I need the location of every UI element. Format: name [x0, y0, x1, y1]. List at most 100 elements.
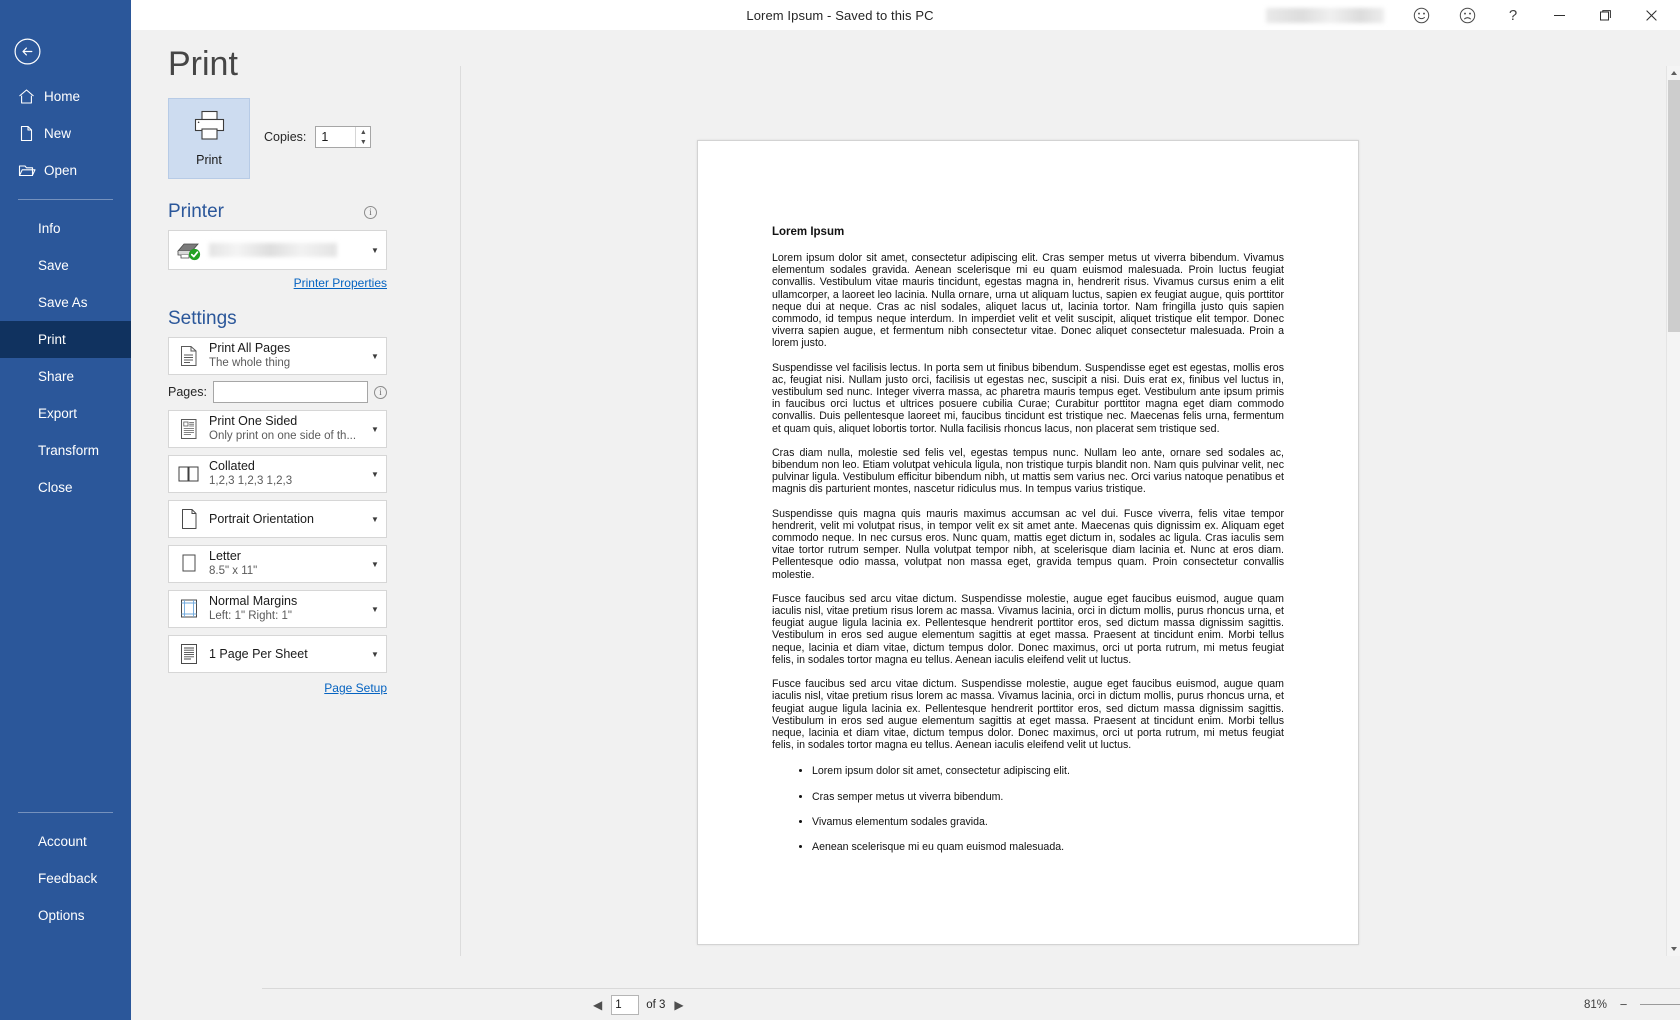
document-page-preview[interactable]: Lorem Ipsum Lorem ipsum dolor sit amet, … [697, 140, 1359, 945]
sidebar-item-home[interactable]: Home [0, 78, 131, 115]
sidebar-item-label: Save As [38, 295, 88, 310]
pages-row: Pages: i [168, 381, 387, 403]
copies-spinner-arrows[interactable]: ▲ ▼ [355, 127, 370, 147]
page-title: Print [168, 45, 238, 83]
chevron-down-icon[interactable]: ▼ [364, 515, 386, 524]
document-bullet-list: Lorem ipsum dolor sit amet, consectetur … [772, 765, 1284, 853]
pages-per-sheet-title: 1 Page Per Sheet [209, 646, 308, 661]
pages-per-sheet-select[interactable]: 1 Page Per Sheet ▼ [168, 635, 387, 673]
zoom-controls: 81% − + ⊕ [1584, 997, 1680, 1013]
sidebar-item-print[interactable]: Print [0, 321, 131, 358]
copies-stepper[interactable]: ▲ ▼ [315, 126, 372, 148]
printer-info-icon[interactable]: i [364, 205, 377, 219]
chevron-down-icon[interactable]: ▼ [364, 650, 386, 659]
chevron-down-icon[interactable]: ▼ [364, 352, 386, 361]
document-paragraph: Lorem ipsum dolor sit amet, consectetur … [772, 252, 1284, 350]
help-icon[interactable]: ? [1490, 0, 1536, 30]
list-item: Vivamus elementum sodales gravida. [812, 816, 1284, 828]
copies-label: Copies: [264, 130, 307, 144]
print-preview-pane: Lorem Ipsum Lorem ipsum dolor sit amet, … [460, 66, 1650, 956]
sidebar-item-label: Open [44, 163, 78, 178]
sidebar-item-info[interactable]: Info [0, 210, 131, 247]
paper-size-title: Letter [209, 549, 241, 563]
sidebar-item-share[interactable]: Share [0, 358, 131, 395]
margins-subtitle: Left: 1" Right: 1" [209, 610, 292, 622]
copies-increment-button[interactable]: ▲ [356, 127, 370, 137]
close-button[interactable] [1628, 0, 1674, 30]
paper-size-select[interactable]: Letter 8.5" x 11" ▼ [168, 545, 387, 583]
print-button[interactable]: Print [168, 98, 250, 179]
sidebar-item-save-as[interactable]: Save As [0, 284, 131, 321]
paper-icon [169, 552, 209, 576]
home-icon [18, 88, 44, 105]
sidebar-item-options[interactable]: Options [0, 897, 131, 934]
sidebar-item-transform[interactable]: Transform [0, 432, 131, 469]
open-folder-icon [18, 162, 44, 179]
printer-name [209, 231, 364, 269]
portrait-icon [169, 507, 209, 531]
sidebar-bottom-group: Account Feedback Options [0, 802, 131, 934]
sidebar-item-feedback[interactable]: Feedback [0, 860, 131, 897]
chevron-down-icon[interactable]: ▼ [364, 605, 386, 614]
pages-input[interactable] [212, 381, 368, 403]
document-paragraph: Suspendisse quis magna quis mauris maxim… [772, 507, 1284, 581]
orientation-select[interactable]: Portrait Orientation ▼ [168, 500, 387, 538]
sidebar-item-save[interactable]: Save [0, 247, 131, 284]
printer-name-redacted [209, 243, 337, 257]
sidebar-item-label: Options [38, 908, 85, 923]
scrollbar-thumb[interactable] [1668, 80, 1680, 332]
status-bar: ◀ of 3 ▶ 81% − + ⊕ [262, 988, 1680, 1020]
sidebar-item-label: Print [38, 332, 66, 347]
sidebar-item-label: Feedback [38, 871, 98, 886]
printer-properties-link[interactable]: Printer Properties [168, 276, 387, 290]
previous-page-button[interactable]: ◀ [591, 998, 604, 1012]
sidebar-item-open[interactable]: Open [0, 152, 131, 189]
copies-control: Copies: ▲ ▼ [264, 126, 372, 148]
print-sides-select[interactable]: Print One Sided Only print on one side o… [168, 410, 387, 448]
copies-input[interactable] [316, 127, 356, 147]
orientation-title: Portrait Orientation [209, 511, 314, 526]
sidebar-item-new[interactable]: New [0, 115, 131, 152]
sidebar-divider-bottom [18, 812, 113, 813]
zoom-slider[interactable] [1640, 998, 1680, 1012]
sidebar-item-export[interactable]: Export [0, 395, 131, 432]
zoom-out-button[interactable]: − [1617, 997, 1630, 1012]
collation-select[interactable]: Collated 1,2,3 1,2,3 1,2,3 ▼ [168, 455, 387, 493]
sidebar-item-label: Save [38, 258, 69, 273]
print-range-select[interactable]: Print All Pages The whole thing ▼ [168, 337, 387, 375]
next-page-button[interactable]: ▶ [672, 998, 685, 1012]
chevron-down-icon[interactable]: ▼ [364, 560, 386, 569]
sidebar-item-close[interactable]: Close [0, 469, 131, 506]
current-page-input[interactable] [611, 994, 640, 1015]
list-item: Aenean scelerisque mi eu quam euismod ma… [812, 841, 1284, 853]
printer-select[interactable]: ▼ [168, 230, 387, 270]
document-pages-icon [169, 344, 209, 368]
document-paragraph: Fusce faucibus sed arcu vitae dictum. Su… [772, 678, 1284, 752]
restore-button[interactable] [1582, 0, 1628, 30]
sidebar-item-account[interactable]: Account [0, 823, 131, 860]
chevron-down-icon[interactable]: ▼ [364, 425, 386, 434]
smiley-sad-icon[interactable] [1444, 0, 1490, 30]
print-sides-subtitle: Only print on one side of th... [209, 430, 357, 442]
margins-title: Normal Margins [209, 594, 298, 608]
sidebar-item-label: Transform [38, 443, 100, 458]
print-sides-title: Print One Sided [209, 414, 298, 428]
preview-scrollbar[interactable] [1666, 66, 1680, 956]
chevron-down-icon[interactable]: ▼ [364, 246, 386, 255]
minimize-button[interactable] [1536, 0, 1582, 30]
printer-icon [193, 110, 226, 146]
chevron-down-icon[interactable]: ▼ [364, 470, 386, 479]
margins-select[interactable]: Normal Margins Left: 1" Right: 1" ▼ [168, 590, 387, 628]
smiley-happy-icon[interactable] [1398, 0, 1444, 30]
scroll-down-arrow-icon[interactable] [1667, 942, 1680, 956]
back-button[interactable] [12, 36, 42, 66]
document-heading: Lorem Ipsum [772, 226, 845, 238]
page-setup-link[interactable]: Page Setup [168, 681, 387, 695]
scroll-up-arrow-icon[interactable] [1667, 66, 1680, 80]
print-backstage-content: Print Print Copies: 1 ▲ ▼ Printer i ▼ Pr… [131, 30, 1680, 1020]
collation-title: Collated [209, 459, 255, 473]
pages-info-icon[interactable]: i [374, 385, 387, 399]
sidebar-item-label: Account [38, 834, 87, 849]
copies-decrement-button[interactable]: ▼ [356, 137, 370, 147]
zoom-level-label[interactable]: 81% [1584, 999, 1607, 1011]
